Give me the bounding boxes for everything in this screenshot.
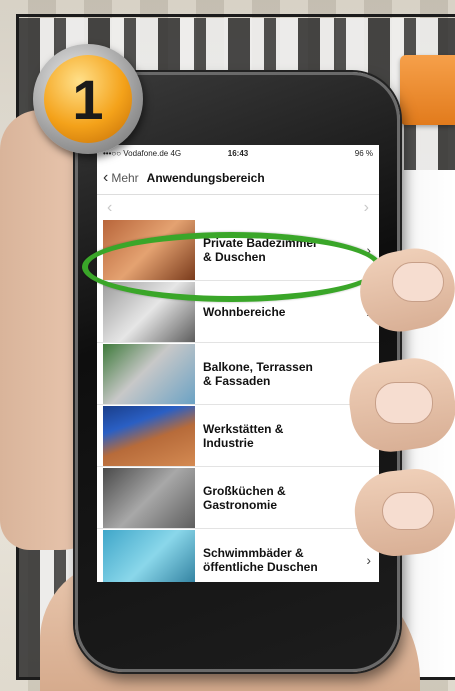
fingernail [382,492,434,530]
list-item-label: Wohnbereiche [203,304,286,319]
list-item-label: Balkone, Terrassen & Fassaden [203,359,313,388]
pool-thumbnail [103,529,195,582]
orange-tab [400,55,455,125]
chevron-right-icon: › [366,551,371,568]
pager-right-icon[interactable]: › [364,199,369,217]
list-item-label: Werkstätten & Industrie [203,421,284,450]
pager-arrows: ‹ › [97,199,379,217]
kitchen-thumbnail [103,467,195,528]
page-title: Anwendungsbereich [146,170,265,185]
list-item-workshops[interactable]: Werkstätten & Industrie › [97,405,379,467]
highlight-oval [82,232,382,302]
balcony-thumbnail [103,343,195,404]
list-item-balconies[interactable]: Balkone, Terrassen & Fassaden › [97,343,379,405]
fingernail [392,262,444,302]
pager-left-icon[interactable]: ‹ [107,199,112,217]
battery-label: 96 % [354,148,373,158]
navigation-bar: ‹ Mehr Anwendungsbereich [97,161,379,195]
back-button[interactable]: ‹ Mehr [103,168,139,186]
carrier-label: •••○○ Vodafone.de 4G [103,148,182,158]
list-item-label: Schwimmbäder & öffentliche Duschen [203,545,318,574]
list-item-label: Großküchen & Gastronomie [203,483,286,512]
list-item-commercial-kitchens[interactable]: Großküchen & Gastronomie › [97,467,379,529]
step-badge: 1 [33,44,143,154]
chevron-left-icon: ‹ [103,168,109,186]
workshop-thumbnail [103,405,195,466]
list-item-swimming-pools[interactable]: Schwimmbäder & öffentliche Duschen › [97,529,379,582]
step-number: 1 [44,55,132,143]
back-label: Mehr [111,170,139,185]
status-time: 16:43 [227,148,249,158]
fingernail [375,382,433,424]
status-bar: •••○○ Vodafone.de 4G 16:43 96 % [97,145,379,161]
phone-screen: •••○○ Vodafone.de 4G 16:43 96 % ‹ Mehr A… [97,145,379,582]
